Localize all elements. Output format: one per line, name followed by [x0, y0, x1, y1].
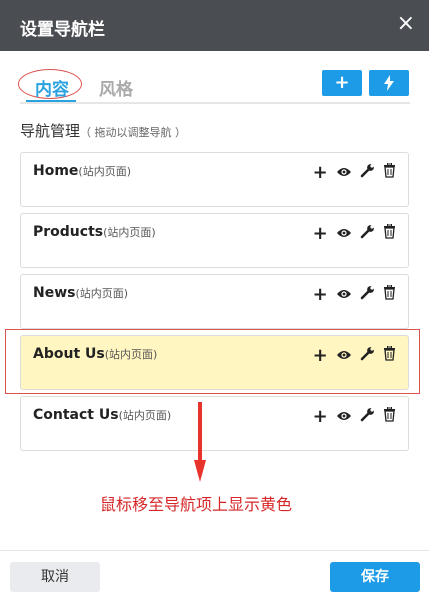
nav-item-contact-us[interactable]: Contact Us(站内页面) +	[20, 396, 409, 451]
trash-icon[interactable]	[383, 162, 396, 182]
nav-item-type: (站内页面)	[103, 226, 156, 239]
nav-item-name: Contact Us	[33, 407, 119, 423]
close-icon[interactable]: ×	[397, 12, 415, 36]
wrench-icon[interactable]	[360, 163, 375, 182]
section-hint: （ 拖动以调整导航 ）	[80, 126, 187, 139]
tab-content[interactable]: 内容	[35, 75, 69, 100]
dialog-title: 设置导航栏	[20, 20, 105, 40]
trash-icon[interactable]	[383, 223, 396, 243]
nav-item-label: Products(站内页面)	[33, 224, 156, 240]
nav-item-home[interactable]: Home(站内页面) +	[20, 152, 409, 207]
nav-item-actions: +	[310, 223, 396, 243]
nav-item-label: Home(站内页面)	[33, 163, 131, 179]
add-icon[interactable]: +	[313, 407, 328, 426]
nav-item-label: News(站内页面)	[33, 285, 128, 301]
quick-action-button[interactable]	[369, 70, 409, 96]
nav-item-actions: +	[310, 162, 396, 182]
nav-item-news[interactable]: News(站内页面) +	[20, 274, 409, 329]
cancel-button[interactable]: 取消	[10, 562, 100, 592]
section-title-text: 导航管理	[20, 122, 81, 140]
nav-item-actions: +	[310, 284, 396, 304]
wrench-icon[interactable]	[360, 224, 375, 243]
nav-item-name: Products	[33, 224, 104, 240]
nav-item-name: News	[33, 285, 76, 301]
add-nav-button[interactable]: +	[322, 70, 362, 96]
active-tab-underline	[26, 100, 76, 102]
tab-style[interactable]: 风格	[99, 75, 133, 100]
nav-item-label: Contact Us(站内页面)	[33, 407, 171, 423]
nav-item-actions: +	[310, 406, 396, 426]
trash-icon[interactable]	[383, 406, 396, 426]
nav-item-type: (站内页面)	[78, 165, 132, 178]
eye-icon[interactable]	[336, 407, 352, 426]
tab-bar: 内容 风格 +	[18, 69, 410, 104]
annotation-text: 鼠标移至导航项上显示黄色	[100, 495, 293, 514]
wrench-icon[interactable]	[360, 407, 375, 426]
eye-icon[interactable]	[336, 163, 352, 182]
wrench-icon[interactable]	[360, 285, 375, 304]
dialog-titlebar: 设置导航栏 ×	[0, 0, 429, 51]
nav-item-name: Home	[33, 163, 79, 179]
section-title: 导航管理（ 拖动以调整导航 ）	[20, 120, 186, 141]
save-button[interactable]: 保存	[330, 562, 420, 592]
lightning-icon	[384, 75, 394, 91]
nav-item-products[interactable]: Products(站内页面) +	[20, 213, 409, 268]
annotation-arrow	[194, 402, 206, 482]
add-icon[interactable]: +	[313, 224, 328, 243]
hover-highlight-box	[5, 329, 420, 394]
footer-divider	[0, 550, 429, 551]
nav-item-type: (站内页面)	[75, 287, 129, 300]
nav-item-type: (站内页面)	[118, 409, 172, 422]
trash-icon[interactable]	[383, 284, 396, 304]
add-icon[interactable]: +	[313, 163, 328, 182]
add-icon[interactable]: +	[313, 285, 328, 304]
eye-icon[interactable]	[336, 224, 352, 243]
eye-icon[interactable]	[336, 285, 352, 304]
